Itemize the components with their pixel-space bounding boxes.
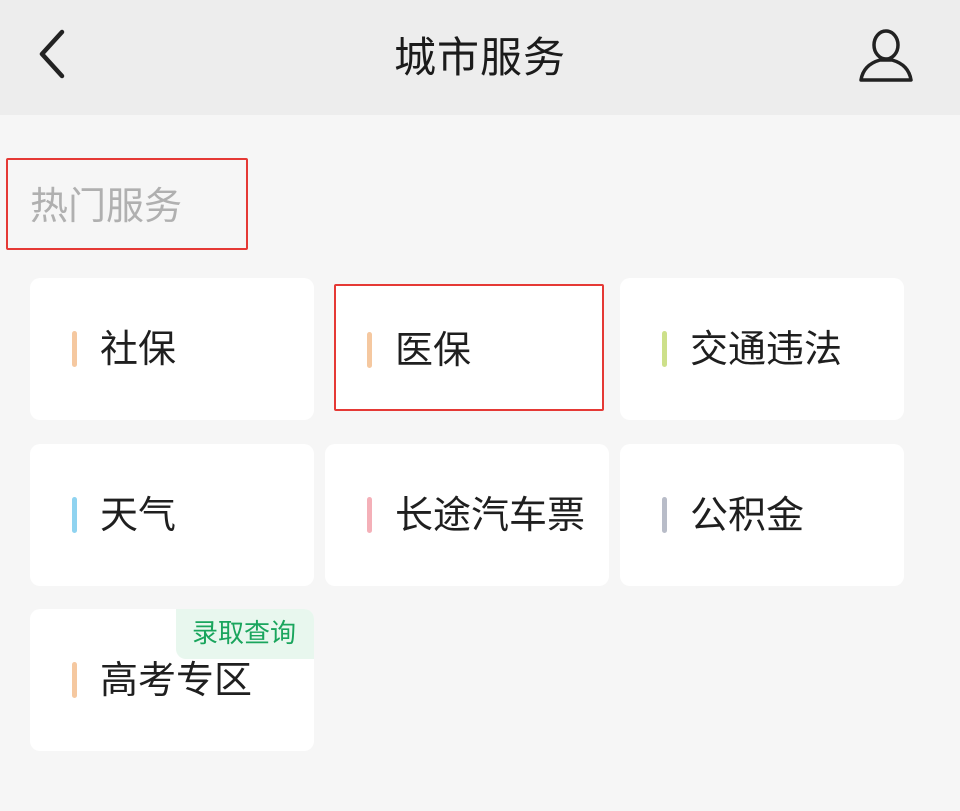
user-icon (859, 29, 913, 82)
admission-query-badge: 录取查询 (175, 609, 314, 659)
service-label: 公积金 (690, 493, 805, 537)
service-card-traffic-violation[interactable]: 交通违法 (620, 278, 904, 420)
profile-button[interactable] (852, 20, 920, 90)
accent-bar (72, 662, 77, 698)
accent-bar (72, 497, 77, 533)
service-card-college-exam[interactable]: 录取查询 高考专区 (30, 609, 314, 751)
back-button[interactable] (22, 22, 82, 86)
service-label: 高考专区 (100, 658, 253, 702)
service-label: 社保 (100, 327, 177, 371)
accent-bar (367, 332, 372, 368)
service-label: 医保 (395, 328, 472, 372)
service-card-housing-fund[interactable]: 公积金 (620, 444, 904, 586)
service-label: 天气 (100, 493, 177, 537)
service-label: 交通违法 (690, 327, 843, 371)
accent-bar (662, 497, 667, 533)
service-card-medical-insurance[interactable]: 医保 (334, 284, 604, 411)
section-title: 热门服务 (30, 184, 183, 228)
page-title: 城市服务 (393, 33, 566, 82)
accent-bar (367, 497, 372, 533)
service-label: 长途汽车票 (395, 493, 586, 537)
accent-bar (662, 331, 667, 367)
service-card-coach-ticket[interactable]: 长途汽车票 (325, 444, 609, 586)
chevron-left-icon (39, 29, 65, 79)
service-card-weather[interactable]: 天气 (30, 444, 314, 586)
accent-bar (72, 331, 77, 367)
service-card-social-security[interactable]: 社保 (30, 278, 314, 420)
top-bar: 城市服务 (0, 0, 960, 115)
